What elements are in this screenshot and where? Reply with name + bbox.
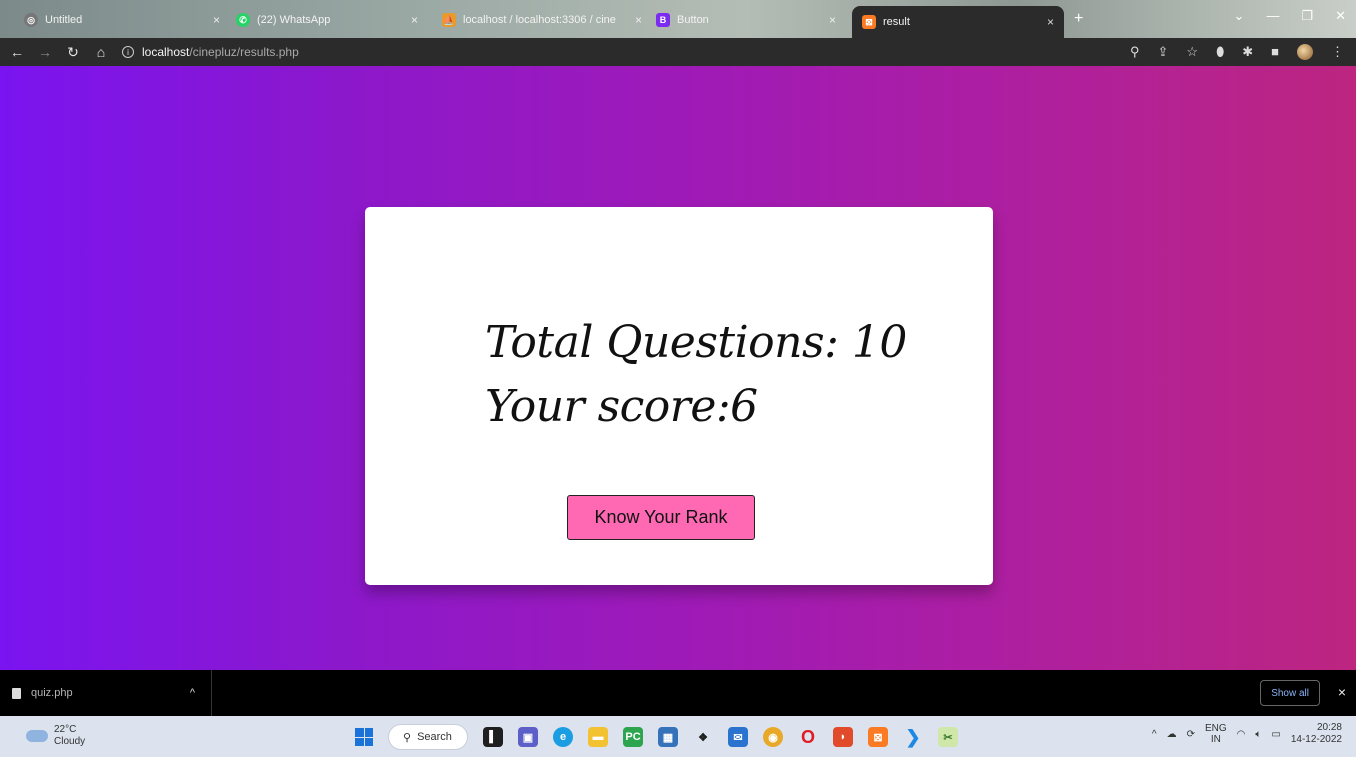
close-icon[interactable]: × [635, 13, 642, 27]
taskbar: 22°C Cloudy ⚲ Search ▌ ▣ e ▬ PC ▦ ❖ ✉ ◉ … [0, 716, 1356, 757]
file-icon [12, 687, 21, 699]
tab-label: localhost / localhost:3306 / cine [463, 14, 616, 26]
snipping-tool-icon[interactable]: ✂ [938, 727, 958, 747]
result-card: Total Questions: 10 Your score:6 Know Yo… [365, 207, 993, 585]
chrome-icon[interactable]: ◉ [763, 727, 783, 747]
show-all-button[interactable]: Show all [1260, 680, 1320, 706]
info-icon[interactable]: i [122, 46, 134, 58]
phpmyadmin-icon: ⛵ [442, 13, 456, 27]
score-text: Your score:6 [485, 381, 758, 432]
office-icon[interactable]: ◗ [833, 727, 853, 747]
url-path: /cinepluz/results.php [189, 45, 299, 59]
clock[interactable]: 20:28 14-12-2022 [1291, 722, 1342, 746]
weather-widget[interactable]: 22°C Cloudy [26, 724, 85, 748]
tab-phpmyadmin[interactable]: ⛵ localhost / localhost:3306 / cine × [432, 6, 652, 34]
xampp-icon: ⊠ [862, 15, 876, 29]
tab-label: Untitled [45, 14, 83, 26]
close-icon[interactable]: × [1047, 15, 1054, 29]
close-icon[interactable]: × [1338, 684, 1346, 700]
time: 20:28 [1316, 722, 1342, 733]
window-controls: ⌄ — ❐ ✕ [1234, 8, 1346, 24]
cloud-icon [26, 730, 48, 742]
profile-avatar[interactable] [1297, 44, 1313, 60]
search-label: Search [417, 731, 452, 743]
toolbar-actions: ⚲ ⇪ ☆ ⬮ ✱ ■ ⋮ [1130, 44, 1344, 60]
download-bar: quiz.php ^ Show all × [0, 670, 1356, 716]
taskbar-search[interactable]: ⚲ Search [388, 724, 468, 750]
mail-icon[interactable]: ✉ [728, 727, 748, 747]
extension-icon[interactable]: ⬮ [1216, 44, 1224, 60]
tab-whatsapp[interactable]: ✆ (22) WhatsApp × [226, 6, 428, 34]
volume-icon[interactable]: 🔈︎ [1255, 729, 1261, 740]
bookmark-star-icon[interactable]: ☆ [1186, 44, 1198, 60]
date: 14-12-2022 [1290, 734, 1342, 745]
url-host: localhost [142, 45, 190, 59]
whatsapp-icon: ✆ [236, 13, 250, 27]
language-indicator[interactable]: ENG IN [1205, 723, 1227, 745]
store-icon[interactable]: ▦ [658, 727, 678, 747]
close-icon[interactable]: × [829, 13, 836, 27]
menu-icon[interactable]: ⋮ [1331, 44, 1344, 60]
onedrive-icon[interactable]: ☁ [1167, 729, 1177, 740]
sidepanel-icon[interactable]: ■ [1271, 44, 1279, 60]
back-icon[interactable]: ← [6, 44, 28, 60]
download-filename: quiz.php [31, 687, 73, 699]
globe-icon: ◎ [24, 13, 38, 27]
close-icon[interactable]: × [411, 13, 418, 27]
close-window-icon[interactable]: ✕ [1335, 8, 1346, 24]
file-explorer-icon[interactable]: ▬ [588, 727, 608, 747]
battery-icon[interactable]: ▭ [1271, 729, 1280, 740]
address-bar[interactable]: i localhost/cinepluz/results.php [122, 45, 299, 59]
task-view-icon[interactable]: ▌ [483, 727, 503, 747]
tab-label: result [883, 16, 910, 28]
new-tab-button[interactable]: + [1074, 10, 1083, 28]
home-icon[interactable]: ⌂ [90, 44, 112, 60]
tab-label: Button [677, 14, 709, 26]
teams-chat-icon[interactable]: ▣ [518, 727, 538, 747]
pycharm-icon[interactable]: PC [623, 727, 643, 747]
puzzle-icon[interactable]: ✱ [1242, 44, 1253, 60]
tab-bootstrap[interactable]: B Button × [646, 6, 846, 34]
bootstrap-icon: B [656, 13, 670, 27]
close-icon[interactable]: × [213, 13, 220, 27]
know-your-rank-button[interactable]: Know Your Rank [567, 495, 755, 540]
system-tray: ^ ☁ ⟳ ENG IN ◠ 🔈︎ ▭ 20:28 14-12-2022 [1152, 722, 1342, 746]
browser-toolbar: ← → ↻ ⌂ i localhost/cinepluz/results.php… [0, 38, 1356, 66]
reload-icon[interactable]: ↻ [62, 44, 84, 61]
edge-icon[interactable]: e [553, 727, 573, 747]
share-icon[interactable]: ⇪ [1158, 44, 1169, 60]
tab-result[interactable]: ⊠ result × [852, 6, 1064, 38]
tab-strip: ◎ Untitled × ✆ (22) WhatsApp × ⛵ localho… [0, 0, 1356, 38]
zoom-icon[interactable]: ⚲ [1130, 44, 1140, 60]
minimize-icon[interactable]: — [1266, 8, 1279, 24]
dropbox-icon[interactable]: ❖ [693, 727, 713, 747]
sync-icon[interactable]: ⟳ [1187, 729, 1195, 740]
total-questions-text: Total Questions: 10 [485, 317, 907, 368]
download-item[interactable]: quiz.php ^ [12, 670, 212, 716]
vscode-icon[interactable]: ❯ [903, 727, 923, 747]
chevron-up-icon[interactable]: ^ [1152, 729, 1157, 740]
search-icon: ⚲ [403, 731, 412, 744]
restore-icon[interactable]: ❐ [1301, 8, 1313, 24]
forward-icon[interactable]: → [34, 44, 56, 60]
temperature: 22°C [54, 724, 77, 735]
page-background: Total Questions: 10 Your score:6 Know Yo… [0, 66, 1356, 670]
chevron-down-icon[interactable]: ⌄ [1234, 8, 1245, 24]
opera-icon[interactable]: O [798, 727, 818, 747]
tab-untitled[interactable]: ◎ Untitled × [14, 6, 230, 34]
weather-condition: Cloudy [54, 736, 86, 747]
wifi-icon[interactable]: ◠ [1237, 729, 1246, 740]
xampp-icon[interactable]: ⊠ [868, 727, 888, 747]
chevron-up-icon[interactable]: ^ [190, 687, 195, 699]
windows-start-icon[interactable] [355, 728, 373, 746]
tab-label: (22) WhatsApp [257, 14, 331, 26]
taskbar-apps: ⚲ Search ▌ ▣ e ▬ PC ▦ ❖ ✉ ◉ O ◗ ⊠ ❯ ✂ [355, 724, 958, 750]
